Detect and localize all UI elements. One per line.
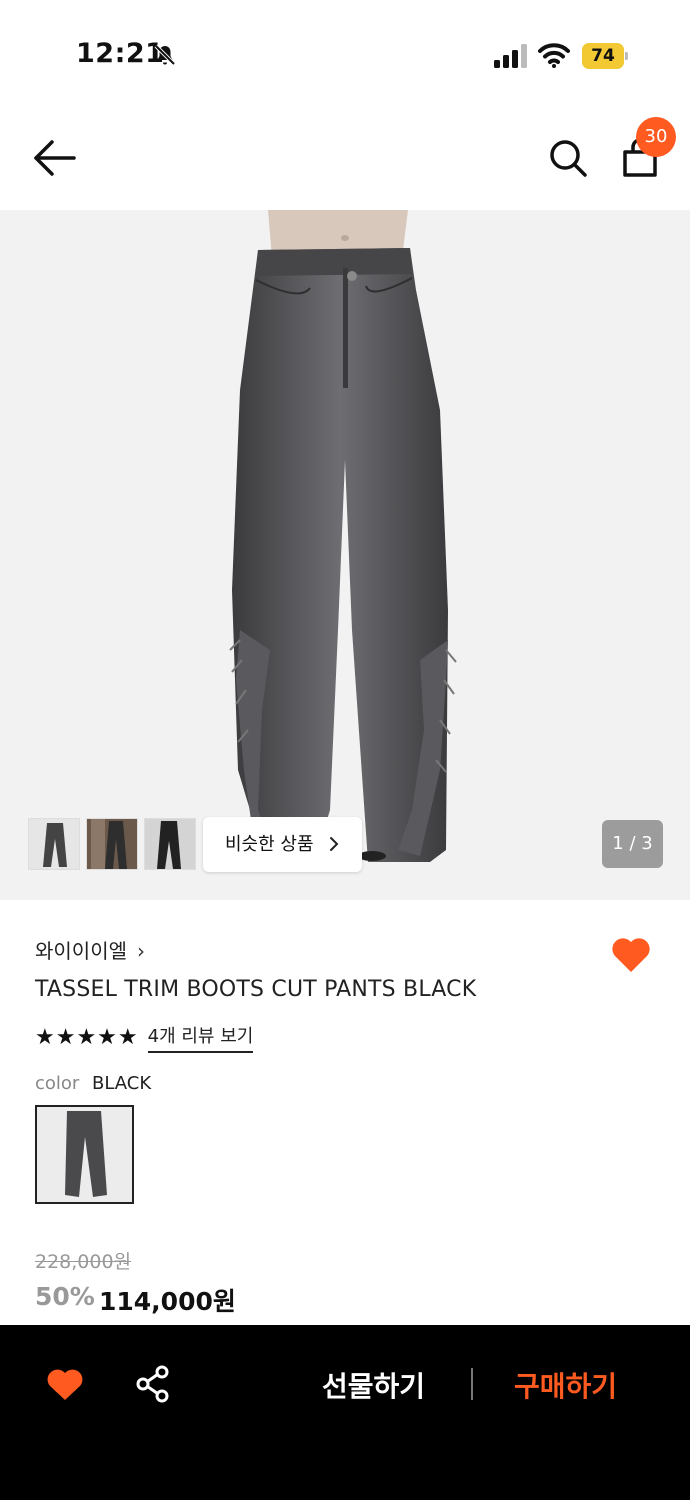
thumbnail-3[interactable] [144, 818, 196, 870]
review-link[interactable]: 4개 리뷰 보기 [147, 1022, 254, 1053]
app-header [0, 100, 690, 210]
battery-indicator: 74 [582, 43, 628, 69]
share-icon[interactable] [135, 1365, 171, 1403]
product-image [229, 210, 457, 862]
thumbnail-2[interactable] [86, 818, 138, 870]
heart-icon[interactable] [46, 1366, 84, 1402]
search-icon[interactable] [548, 138, 588, 178]
color-value: BLACK [92, 1073, 152, 1094]
product-title: TASSEL TRIM BOOTS CUT PANTS BLACK [35, 977, 477, 1002]
buy-button[interactable]: 구매하기 [514, 1365, 617, 1405]
rating-row: ★★★★★ 4개 리뷰 보기 [35, 1022, 254, 1053]
wifi-icon [538, 43, 570, 68]
brand-link[interactable]: 와이이이엘 › [35, 935, 145, 964]
status-time: 12:21 [76, 38, 165, 69]
star-rating-icon: ★★★★★ [35, 1024, 139, 1050]
bell-muted-icon [154, 44, 176, 66]
battery-level: 74 [582, 43, 624, 69]
bottom-action-bar: 선물하기 구매하기 [0, 1325, 690, 1500]
chevron-right-icon [330, 837, 339, 851]
sale-price: 114,000원 [99, 1287, 236, 1316]
gift-button[interactable]: 선물하기 [322, 1365, 425, 1405]
battery-tip [625, 52, 628, 60]
similar-products-button[interactable]: 비슷한 상품 [203, 817, 362, 872]
brand-name: 와이이이엘 [35, 939, 127, 963]
chevron-right-icon: › [137, 939, 145, 963]
product-image-carousel[interactable]: 비슷한 상품 1 / 3 [0, 210, 690, 900]
original-price: 228,000원 [35, 1251, 132, 1273]
similar-products-label: 비슷한 상품 [225, 834, 314, 855]
image-page-counter: 1 / 3 [602, 820, 663, 868]
back-arrow-icon[interactable] [30, 138, 78, 178]
status-bar: 12:21 74 [0, 0, 690, 100]
heart-icon[interactable] [610, 934, 652, 974]
color-label: color [35, 1073, 80, 1094]
discount-rate: 50% [35, 1282, 95, 1311]
thumbnail-strip [28, 818, 196, 870]
cart-count-badge: 30 [636, 117, 676, 157]
divider [471, 1368, 473, 1400]
thumbnail-1[interactable] [28, 818, 80, 870]
color-swatch-black[interactable] [35, 1105, 134, 1204]
signal-icon [494, 44, 527, 68]
